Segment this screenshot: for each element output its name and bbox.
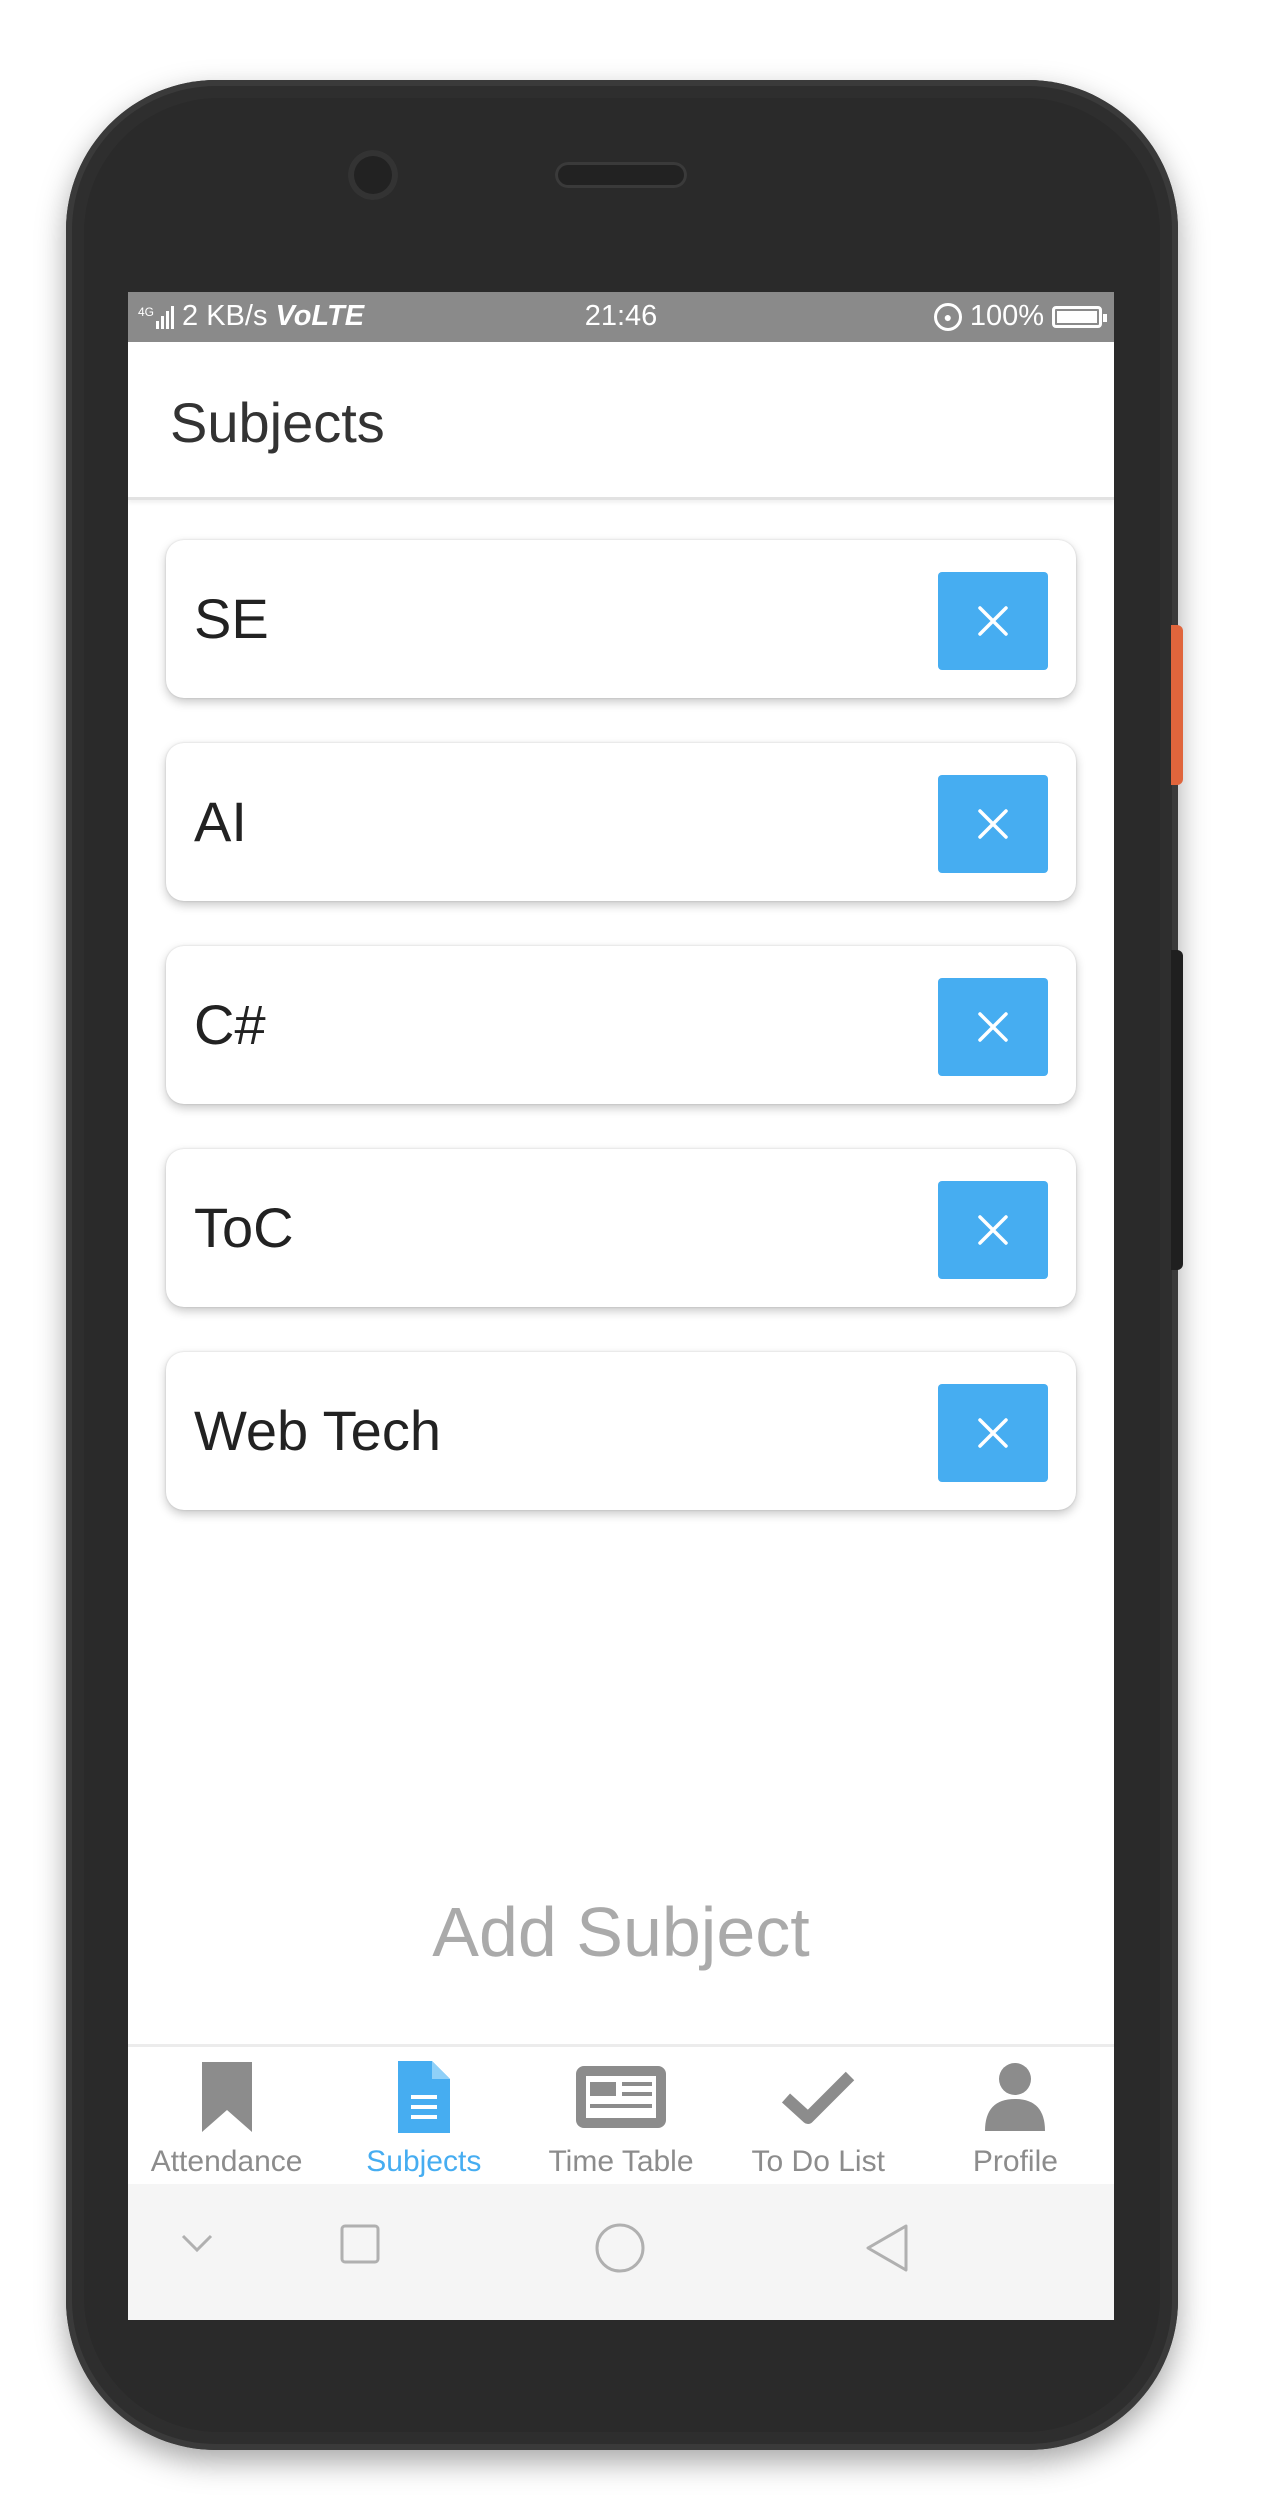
document-icon bbox=[397, 2061, 450, 2133]
circle-icon bbox=[595, 2223, 645, 2273]
volume-button bbox=[1171, 950, 1183, 1270]
delete-subject-button[interactable] bbox=[938, 572, 1048, 670]
square-icon bbox=[340, 2224, 380, 2264]
subject-card: SE bbox=[166, 540, 1076, 698]
nav-label: Time Table bbox=[548, 2145, 694, 2178]
notification-down-button[interactable] bbox=[180, 2232, 214, 2259]
app-header: Subjects bbox=[128, 342, 1114, 500]
home-button[interactable] bbox=[594, 2222, 646, 2279]
subject-card: AI bbox=[166, 743, 1076, 901]
system-navigation-bar bbox=[128, 2184, 1114, 2320]
delete-subject-button[interactable] bbox=[938, 978, 1048, 1076]
close-icon bbox=[978, 1215, 1008, 1245]
chevron-down-icon bbox=[181, 2234, 213, 2253]
close-icon bbox=[978, 1012, 1008, 1042]
front-camera bbox=[348, 150, 398, 200]
nav-label: Attendance bbox=[150, 2145, 303, 2178]
rotation-lock-icon: ● bbox=[933, 302, 962, 331]
nav-label: Subjects bbox=[366, 2145, 482, 2178]
bottom-nav: Attendance Subjects Time Table To Do Lis… bbox=[128, 2044, 1114, 2187]
delete-subject-button[interactable] bbox=[938, 1384, 1048, 1482]
nav-label: Profile bbox=[972, 2145, 1058, 2178]
page-title: Subjects bbox=[170, 391, 385, 454]
subject-card: ToC bbox=[166, 1149, 1076, 1307]
delete-subject-button[interactable] bbox=[938, 775, 1048, 873]
delete-subject-button[interactable] bbox=[938, 1181, 1048, 1279]
close-icon bbox=[978, 606, 1008, 636]
status-right: ● 100% bbox=[933, 300, 1107, 333]
phone-screen: 4G 2 KB/s VoLTE 21:46 ● 100% Subjects SE bbox=[128, 292, 1114, 2320]
close-icon bbox=[978, 1418, 1008, 1448]
nav-item-to-do-list[interactable]: To Do List bbox=[720, 2047, 917, 2187]
subject-name: SE bbox=[194, 587, 269, 650]
nav-label: To Do List bbox=[751, 2145, 885, 2178]
status-bar: 4G 2 KB/s VoLTE 21:46 ● 100% bbox=[128, 292, 1114, 342]
nav-item-profile[interactable]: Profile bbox=[917, 2047, 1114, 2187]
user-icon bbox=[985, 2063, 1046, 2131]
subject-name: AI bbox=[194, 790, 247, 853]
subject-name: Web Tech bbox=[194, 1399, 441, 1462]
nav-item-time-table[interactable]: Time Table bbox=[522, 2047, 719, 2187]
nav-item-attendance[interactable]: Attendance bbox=[128, 2047, 325, 2187]
battery-percent: 100% bbox=[969, 300, 1044, 332]
subject-card: Web Tech bbox=[166, 1352, 1076, 1510]
subject-name: C# bbox=[194, 993, 266, 1056]
checkmark-icon bbox=[782, 2071, 855, 2124]
battery-icon bbox=[1052, 305, 1107, 328]
back-button[interactable] bbox=[864, 2222, 910, 2279]
newspaper-icon bbox=[576, 2066, 666, 2128]
close-icon bbox=[978, 809, 1008, 839]
nav-item-subjects[interactable]: Subjects bbox=[325, 2047, 522, 2187]
power-button bbox=[1171, 625, 1183, 785]
subject-name: ToC bbox=[194, 1196, 294, 1259]
earpiece-speaker bbox=[555, 162, 687, 188]
back-triangle-icon bbox=[866, 2224, 908, 2272]
add-subject-button[interactable]: Add Subject bbox=[128, 1892, 1114, 1972]
recents-button[interactable] bbox=[340, 2224, 380, 2269]
bookmark-icon bbox=[201, 2062, 252, 2132]
subject-card: C# bbox=[166, 946, 1076, 1104]
